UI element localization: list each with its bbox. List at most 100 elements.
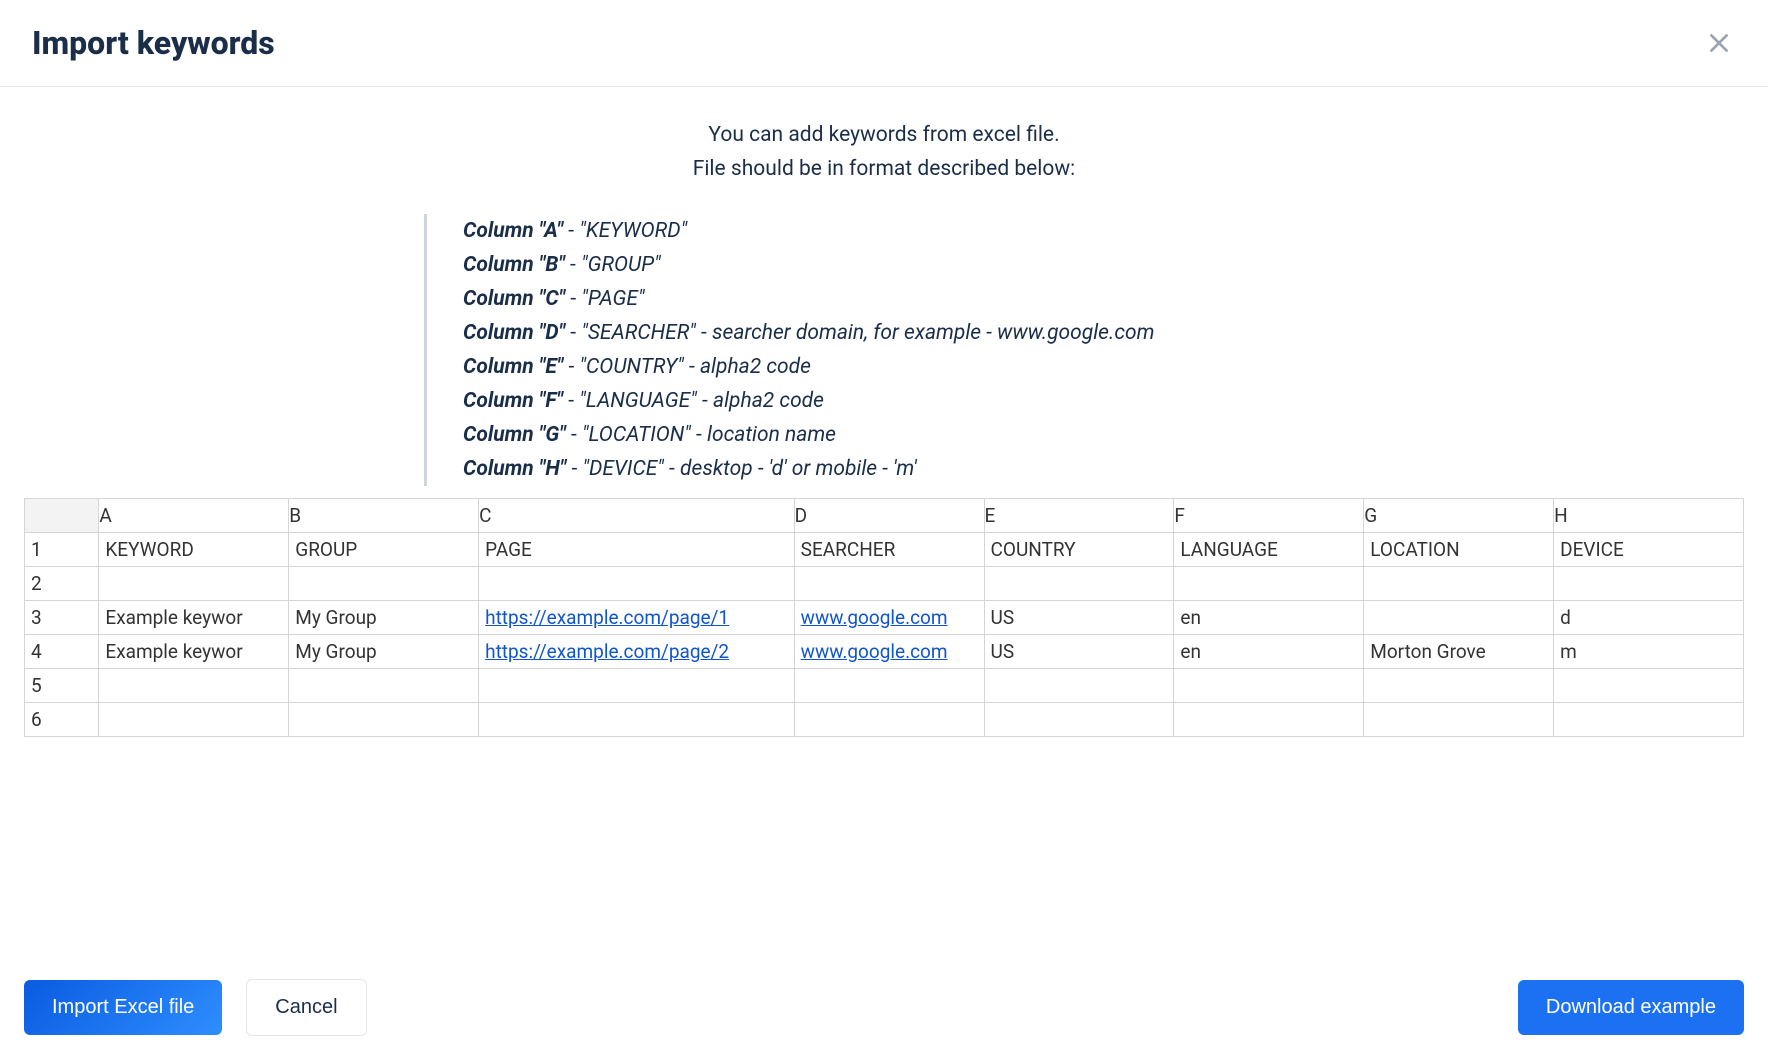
- spreadsheet-header-row: 1KEYWORDGROUPPAGESEARCHERCOUNTRYLANGUAGE…: [25, 533, 1744, 567]
- spreadsheet-row: 6: [25, 703, 1744, 737]
- spreadsheet-cell: [794, 669, 984, 703]
- column-spec-extra: alpha2 code: [713, 389, 824, 413]
- spreadsheet-header-cell: LANGUAGE: [1174, 533, 1364, 567]
- column-spec-label: Column "B": [463, 253, 565, 277]
- column-spec-extra: desktop - 'd' or mobile - 'm': [680, 457, 917, 481]
- spreadsheet-col-letter: B: [289, 499, 479, 533]
- intro-line-2: File should be in format described below…: [24, 153, 1744, 187]
- spreadsheet-cell: https://example.com/page/2: [479, 635, 795, 669]
- spreadsheet-cell-link: www.google.com: [801, 640, 948, 663]
- spreadsheet-cell: [289, 703, 479, 737]
- spreadsheet-cell: [984, 669, 1174, 703]
- column-spec-value: "KEYWORD": [579, 219, 687, 243]
- column-spec-row: Column "C" - "PAGE": [463, 282, 1344, 316]
- column-spec-label: Column "D": [463, 321, 565, 345]
- spreadsheet-cell: [289, 567, 479, 601]
- spreadsheet-col-letter: H: [1554, 499, 1744, 533]
- spreadsheet-table: ABCDEFGH 1KEYWORDGROUPPAGESEARCHERCOUNTR…: [24, 498, 1744, 737]
- spreadsheet-cell: en: [1174, 601, 1364, 635]
- spreadsheet-row-number: 5: [25, 669, 99, 703]
- spreadsheet-cell: www.google.com: [794, 601, 984, 635]
- spreadsheet-col-letter: D: [794, 499, 984, 533]
- spreadsheet-col-letter: A: [99, 499, 289, 533]
- spreadsheet-cell: [794, 567, 984, 601]
- spreadsheet-cell: m: [1554, 635, 1744, 669]
- spreadsheet-cell: [99, 703, 289, 737]
- spreadsheet-cell-link: https://example.com/page/2: [485, 640, 729, 663]
- column-spec-label: Column "A": [463, 219, 563, 243]
- column-spec-label: Column "C": [463, 287, 565, 311]
- download-example-button[interactable]: Download example: [1518, 980, 1744, 1035]
- close-icon: [1706, 30, 1732, 56]
- spreadsheet-row: 3Example keyworMy Group https://example.c…: [25, 601, 1744, 635]
- column-spec-row: Column "D" - "SEARCHER" - searcher domai…: [463, 316, 1344, 350]
- column-spec-row: Column "E" - "COUNTRY" - alpha2 code: [463, 350, 1344, 384]
- spreadsheet-cell: www.google.com: [794, 635, 984, 669]
- spreadsheet-cell: https://example.com/page/1: [479, 601, 795, 635]
- spreadsheet-header-cell: KEYWORD: [99, 533, 289, 567]
- column-spec-row: Column "G" - "LOCATION" - location name: [463, 418, 1344, 452]
- modal-footer: Import Excel file Cancel Download exampl…: [0, 951, 1768, 1064]
- spreadsheet-header-cell: SEARCHER: [794, 533, 984, 567]
- column-spec-row: Column "A" - "KEYWORD": [463, 214, 1344, 248]
- spreadsheet-cell: [1364, 567, 1554, 601]
- modal-title: Import keywords: [32, 24, 275, 62]
- cancel-button[interactable]: Cancel: [246, 979, 366, 1036]
- spreadsheet-row-number: 3: [25, 601, 99, 635]
- spreadsheet-row: 4Example keyworMy Grouphttps://example.c…: [25, 635, 1744, 669]
- spreadsheet-cell: [1364, 601, 1554, 635]
- modal-body: You can add keywords from excel file. Fi…: [0, 87, 1768, 951]
- intro-text: You can add keywords from excel file. Fi…: [24, 119, 1744, 186]
- column-spec-label: Column "G": [463, 423, 566, 447]
- spreadsheet-cell-link: www.google.com: [801, 606, 948, 629]
- column-spec-value: "LANGUAGE": [579, 389, 697, 413]
- spreadsheet-cell: Example keywor: [99, 601, 289, 635]
- spreadsheet-preview: ABCDEFGH 1KEYWORDGROUPPAGESEARCHERCOUNTR…: [24, 498, 1744, 737]
- spreadsheet-row: 2: [25, 567, 1744, 601]
- spreadsheet-row-number: 1: [25, 533, 99, 567]
- spreadsheet-cell: My Group: [289, 601, 479, 635]
- spreadsheet-cell: d: [1554, 601, 1744, 635]
- spreadsheet-col-letter-row: ABCDEFGH: [25, 499, 1744, 533]
- spreadsheet-row: 5: [25, 669, 1744, 703]
- spreadsheet-cell: [99, 669, 289, 703]
- spreadsheet-corner: [25, 499, 99, 533]
- column-spec-value: "PAGE": [581, 287, 644, 311]
- column-spec-label: Column "F": [463, 389, 563, 413]
- column-spec-value: "DEVICE": [582, 457, 663, 481]
- intro-line-1: You can add keywords from excel file.: [24, 119, 1744, 153]
- spreadsheet-cell: [99, 567, 289, 601]
- spreadsheet-cell: Morton Grove: [1364, 635, 1554, 669]
- spreadsheet-header-cell: LOCATION: [1364, 533, 1554, 567]
- column-spec-extra: searcher domain, for example - www.googl…: [712, 321, 1154, 345]
- spreadsheet-row-number: 2: [25, 567, 99, 601]
- spreadsheet-cell: [479, 669, 795, 703]
- column-spec-label: Column "H": [463, 457, 566, 481]
- spreadsheet-header-cell: PAGE: [479, 533, 795, 567]
- modal-header: Import keywords: [0, 0, 1768, 87]
- spreadsheet-col-letter: C: [479, 499, 795, 533]
- spreadsheet-cell: en: [1174, 635, 1364, 669]
- spreadsheet-row-number: 6: [25, 703, 99, 737]
- close-button[interactable]: [1702, 26, 1736, 60]
- column-spec-extra: alpha2 code: [700, 355, 811, 379]
- spreadsheet-cell: [479, 567, 795, 601]
- spreadsheet-cell: [1174, 567, 1364, 601]
- spreadsheet-col-letter: E: [984, 499, 1174, 533]
- column-spec-value: "COUNTRY": [580, 355, 684, 379]
- spreadsheet-cell: [479, 703, 795, 737]
- spreadsheet-cell: My Group: [289, 635, 479, 669]
- spreadsheet-header-cell: COUNTRY: [984, 533, 1174, 567]
- spreadsheet-cell: US: [984, 601, 1174, 635]
- column-spec-value: "SEARCHER": [581, 321, 695, 345]
- spreadsheet-row-number: 4: [25, 635, 99, 669]
- spreadsheet-cell: [289, 669, 479, 703]
- spreadsheet-header-cell: DEVICE: [1554, 533, 1744, 567]
- import-excel-button[interactable]: Import Excel file: [24, 980, 222, 1035]
- column-spec-value: "LOCATION": [582, 423, 691, 447]
- spreadsheet-cell-link: https://example.com/page/1: [485, 606, 729, 629]
- spreadsheet-cell: [1554, 703, 1744, 737]
- import-keywords-modal: Import keywords You can add keywords fro…: [0, 0, 1768, 1064]
- spreadsheet-cell: [1174, 669, 1364, 703]
- column-spec-row: Column "B" - "GROUP": [463, 248, 1344, 282]
